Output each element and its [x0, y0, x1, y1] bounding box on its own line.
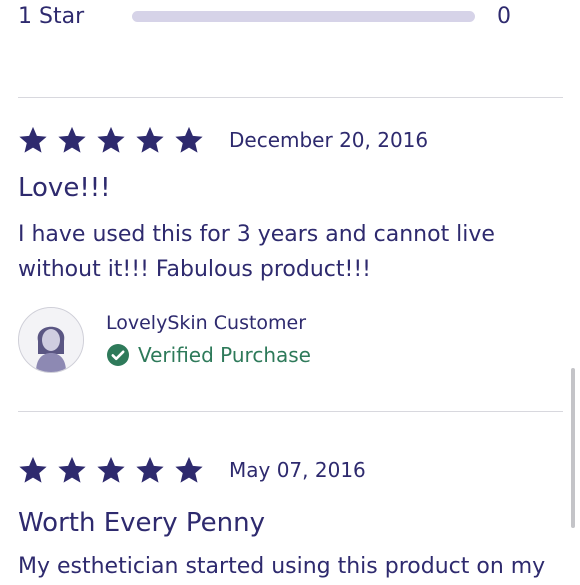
rating-label: 1 Star — [18, 4, 85, 29]
rating-count: 0 — [497, 4, 511, 29]
verified-purchase-label: Verified Purchase — [138, 343, 311, 367]
rating-breakdown-row-1-star[interactable]: 1 Star 0 — [18, 4, 558, 30]
review-body: My esthetician started using this produc… — [18, 554, 546, 579]
rating-bar — [132, 11, 475, 22]
star-icon — [174, 125, 204, 155]
star-rating — [18, 455, 213, 485]
review-card: May 07, 2016 Worth Every Penny My esthet… — [18, 455, 563, 585]
divider — [18, 97, 563, 98]
star-icon — [57, 455, 87, 485]
star-icon — [57, 125, 87, 155]
star-icon — [174, 455, 204, 485]
star-icon — [96, 125, 126, 155]
user-avatar-icon — [18, 307, 84, 373]
review-title: Love!!! — [18, 173, 111, 203]
star-icon — [135, 125, 165, 155]
divider — [18, 411, 563, 412]
review-title: Worth Every Penny — [18, 508, 265, 538]
review-date: December 20, 2016 — [229, 128, 429, 152]
scrollbar-thumb[interactable] — [571, 368, 575, 528]
star-icon — [18, 455, 48, 485]
review-card: December 20, 2016 Love!!! I have used th… — [18, 125, 563, 385]
star-icon — [135, 455, 165, 485]
check-circle-icon — [106, 343, 130, 367]
reviewer-name: LovelySkin Customer — [106, 312, 307, 334]
review-body: I have used this for 3 years and cannot … — [18, 222, 495, 282]
star-icon — [96, 455, 126, 485]
star-rating — [18, 125, 213, 155]
review-date: May 07, 2016 — [229, 458, 366, 482]
star-icon — [18, 125, 48, 155]
reviewer-info: LovelySkin Customer Verified Purchase — [18, 307, 563, 377]
